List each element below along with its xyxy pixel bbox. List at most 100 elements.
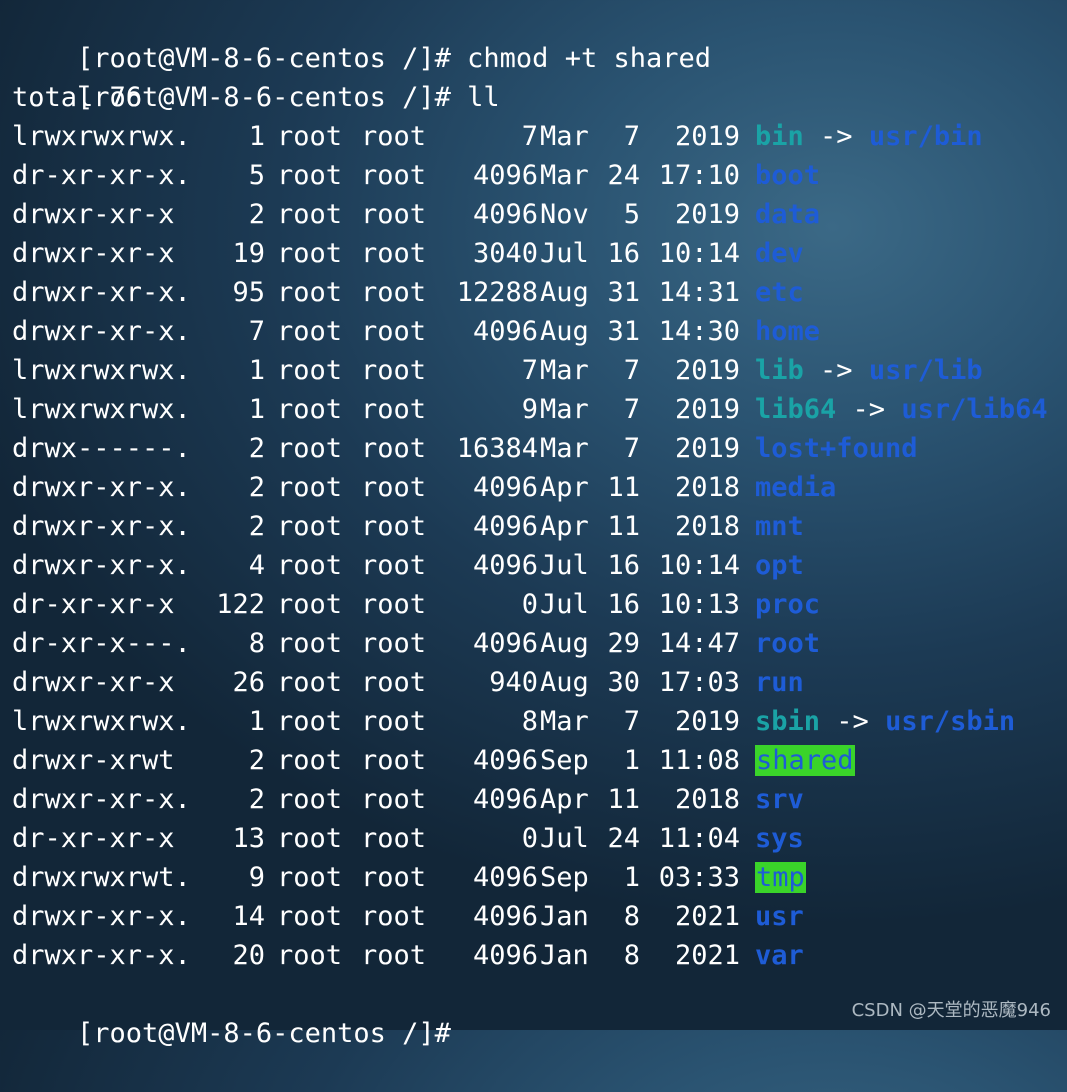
time-or-year: 14:30 xyxy=(659,312,740,351)
link-count: 26 xyxy=(232,663,265,702)
time-or-year: 2018 xyxy=(675,507,740,546)
time-or-year: 2019 xyxy=(675,195,740,234)
entry-name: etc xyxy=(755,273,804,312)
owner: root xyxy=(277,468,342,507)
time-or-year: 2021 xyxy=(675,936,740,975)
permissions: dr-xr-x---. xyxy=(12,624,191,663)
group: root xyxy=(361,546,426,585)
owner: root xyxy=(277,351,342,390)
file-size: 16384 xyxy=(457,429,538,468)
group: root xyxy=(361,780,426,819)
day: 7 xyxy=(624,351,640,390)
link-count: 7 xyxy=(249,312,265,351)
link-count: 2 xyxy=(249,741,265,780)
group: root xyxy=(361,273,426,312)
file-name: etc xyxy=(755,277,804,308)
entry-name: run xyxy=(755,663,804,702)
permissions: drwxr-xr-x. xyxy=(12,780,191,819)
command-line: [root@VM-8-6-centos /]# ll xyxy=(12,39,1062,78)
entry-name: var xyxy=(755,936,804,975)
permissions: drwxr-xr-x xyxy=(12,663,175,702)
group: root xyxy=(361,156,426,195)
group: root xyxy=(361,468,426,507)
day: 31 xyxy=(607,273,640,312)
file-name: data xyxy=(755,199,820,230)
day: 11 xyxy=(607,780,640,819)
day: 8 xyxy=(624,897,640,936)
entry-name: media xyxy=(755,468,836,507)
listing-row: dr-xr-xr-x122rootroot0Jul1610:13proc xyxy=(12,585,1062,624)
time-or-year: 10:14 xyxy=(659,234,740,273)
link-count: 1 xyxy=(249,117,265,156)
permissions: dr-xr-xr-x. xyxy=(12,156,191,195)
owner: root xyxy=(277,273,342,312)
group: root xyxy=(361,741,426,780)
entry-name: mnt xyxy=(755,507,804,546)
time-or-year: 2019 xyxy=(675,351,740,390)
file-size: 940 xyxy=(489,663,538,702)
listing-row: drwxr-xr-x.4rootroot4096Jul1610:14opt xyxy=(12,546,1062,585)
permissions: drwxrwxrwt. xyxy=(12,858,191,897)
terminal-output[interactable]: [root@VM-8-6-centos /]# chmod +t shared … xyxy=(12,0,1062,1030)
entry-name: lib -> usr/lib xyxy=(755,351,983,390)
file-name: proc xyxy=(755,589,820,620)
command-line: [root@VM-8-6-centos /]# chmod +t shared xyxy=(12,0,1062,39)
permissions: drwxr-xr-x. xyxy=(12,507,191,546)
owner: root xyxy=(277,624,342,663)
owner: root xyxy=(277,390,342,429)
month: Mar xyxy=(540,351,589,390)
time-or-year: 17:03 xyxy=(659,663,740,702)
listing-row: dr-xr-x---.8rootroot4096Aug2914:47root xyxy=(12,624,1062,663)
symlink-target: usr/bin xyxy=(869,121,983,152)
file-name: bin xyxy=(755,121,804,152)
group: root xyxy=(361,858,426,897)
file-name: tmp xyxy=(755,862,806,893)
permissions: drwxr-xr-x. xyxy=(12,312,191,351)
symlink-target: usr/sbin xyxy=(885,706,1015,737)
entry-name: home xyxy=(755,312,820,351)
file-size: 0 xyxy=(522,585,538,624)
day: 11 xyxy=(607,507,640,546)
permissions: drwx------. xyxy=(12,429,191,468)
file-name: root xyxy=(755,628,820,659)
file-name: sys xyxy=(755,823,804,854)
listing-row: lrwxrwxrwx.1rootroot9Mar72019lib64 -> us… xyxy=(12,390,1062,429)
listing-row: drwxr-xr-x19rootroot3040Jul1610:14dev xyxy=(12,234,1062,273)
watermark-text: CSDN @天堂的恶魔946 xyxy=(852,996,1051,1022)
file-size: 7 xyxy=(522,351,538,390)
file-name: boot xyxy=(755,160,820,191)
entry-name: shared xyxy=(755,741,855,780)
entry-name: dev xyxy=(755,234,804,273)
time-or-year: 2018 xyxy=(675,468,740,507)
listing-row: drwxr-xr-x26rootroot940Aug3017:03run xyxy=(12,663,1062,702)
permissions: drwxr-xr-x. xyxy=(12,897,191,936)
time-or-year: 2021 xyxy=(675,897,740,936)
symlink-target: usr/lib xyxy=(869,355,983,386)
entry-name: sbin -> usr/sbin xyxy=(755,702,1015,741)
time-or-year: 2019 xyxy=(675,117,740,156)
link-count: 95 xyxy=(232,273,265,312)
listing-row: drwxr-xr-x.20rootroot4096Jan82021var xyxy=(12,936,1062,975)
link-count: 13 xyxy=(232,819,265,858)
month: Apr xyxy=(540,507,589,546)
day: 7 xyxy=(624,117,640,156)
group: root xyxy=(361,897,426,936)
file-name: sbin xyxy=(755,706,820,737)
file-size: 12288 xyxy=(457,273,538,312)
entry-name: proc xyxy=(755,585,820,624)
file-size: 3040 xyxy=(473,234,538,273)
file-size: 4096 xyxy=(473,897,538,936)
day: 29 xyxy=(607,624,640,663)
link-count: 122 xyxy=(216,585,265,624)
group: root xyxy=(361,507,426,546)
listing-row: drwx------.2rootroot16384Mar72019lost+fo… xyxy=(12,429,1062,468)
day: 11 xyxy=(607,468,640,507)
file-name: srv xyxy=(755,784,804,815)
link-count: 2 xyxy=(249,429,265,468)
owner: root xyxy=(277,312,342,351)
time-or-year: 11:04 xyxy=(659,819,740,858)
file-size: 8 xyxy=(522,702,538,741)
group: root xyxy=(361,663,426,702)
day: 1 xyxy=(624,741,640,780)
listing-row: drwxr-xrwt2rootroot4096Sep111:08shared xyxy=(12,741,1062,780)
